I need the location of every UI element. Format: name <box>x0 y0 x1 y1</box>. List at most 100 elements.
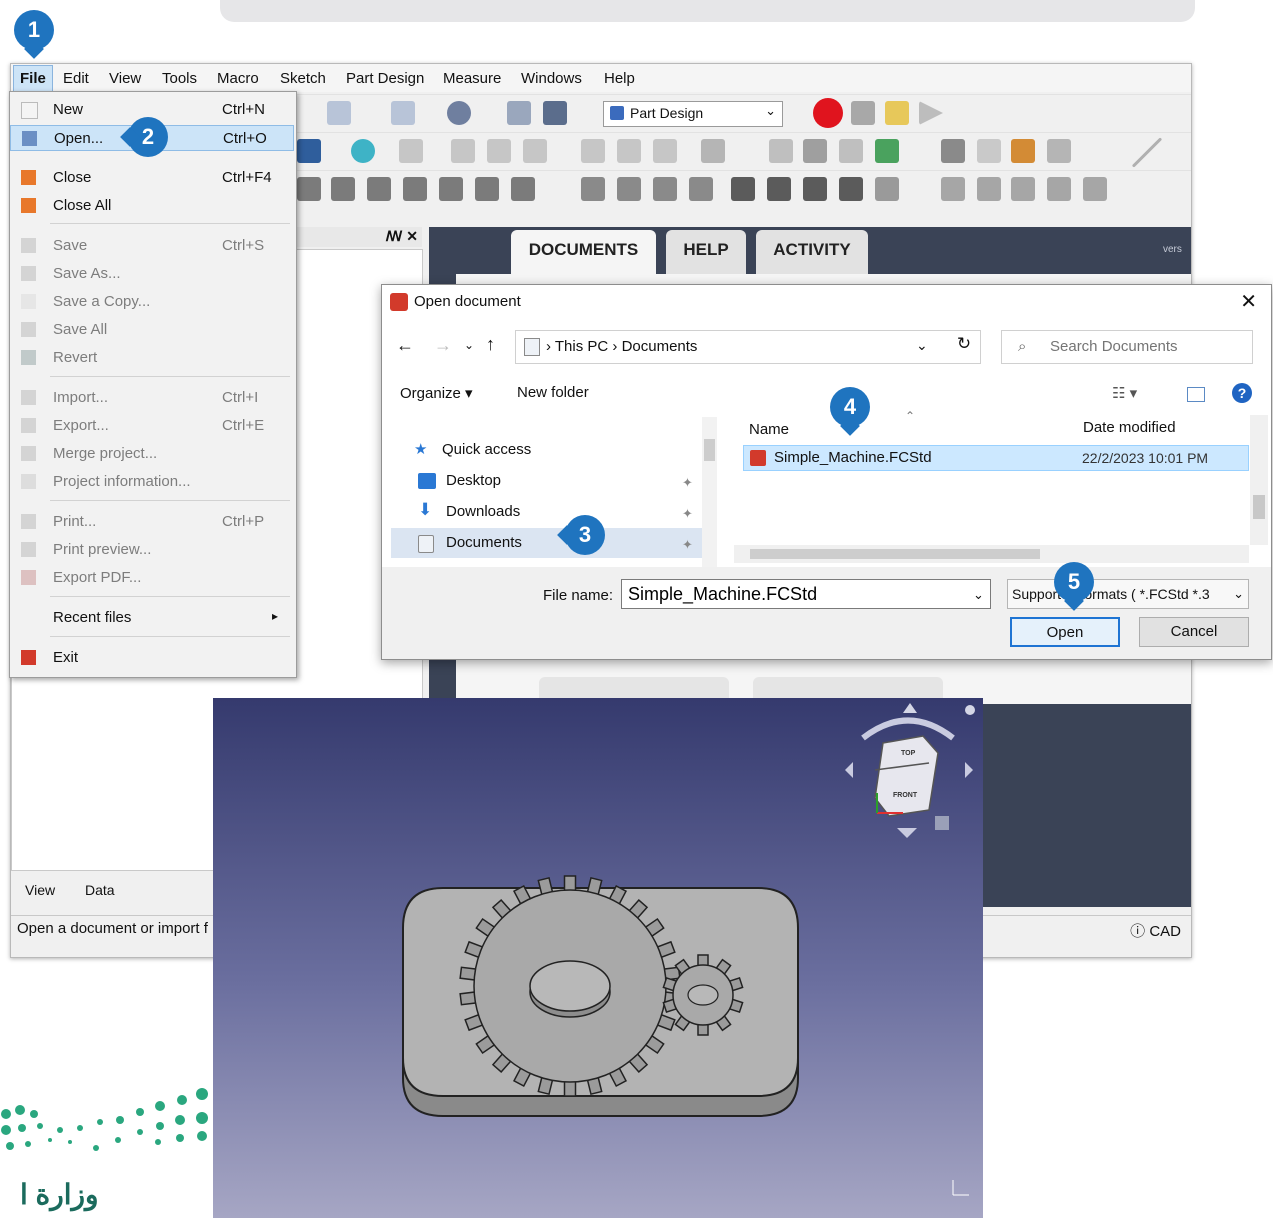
open-button[interactable]: Open <box>1010 617 1120 647</box>
menu-file[interactable]: File <box>13 65 53 92</box>
menu-merge-project[interactable]: Merge project... <box>10 441 294 467</box>
view-left-icon[interactable] <box>653 139 677 163</box>
navigation-cube[interactable]: TOP FRONT <box>845 703 975 838</box>
menu-macro[interactable]: Macro <box>217 70 259 87</box>
menu-close[interactable]: Close Ctrl+F4 <box>10 165 294 191</box>
tab-help[interactable]: HELP <box>666 230 746 274</box>
menu-save-copy[interactable]: Save a Copy... <box>10 289 294 315</box>
validate-icon[interactable] <box>1047 139 1071 163</box>
redo-icon[interactable] <box>391 101 415 125</box>
chamfer-icon[interactable] <box>767 177 791 201</box>
organize-button[interactable]: Organize ▾ <box>400 384 473 402</box>
stop-macro-icon[interactable] <box>851 101 875 125</box>
help-icon[interactable]: ? <box>1232 383 1252 403</box>
menu-tools[interactable]: Tools <box>162 70 197 87</box>
draw-style-icon[interactable] <box>447 101 471 125</box>
part-icon[interactable] <box>769 139 793 163</box>
menu-help[interactable]: Help <box>604 70 635 87</box>
nav-scrollbar[interactable] <box>702 417 717 567</box>
polar-pattern-icon[interactable] <box>1011 177 1035 201</box>
breadcrumb[interactable]: › This PC › Documents <box>546 338 697 355</box>
menu-close-all[interactable]: Close All <box>10 193 294 219</box>
up-arrow-icon[interactable]: ↑ <box>486 334 495 355</box>
menu-sketch[interactable]: Sketch <box>280 70 326 87</box>
menu-part-design[interactable]: Part Design <box>346 70 424 87</box>
preview-pane-icon[interactable] <box>1187 387 1205 402</box>
menu-export[interactable]: Export... Ctrl+E <box>10 413 294 439</box>
file-name-input[interactable] <box>621 579 991 609</box>
line-icon[interactable] <box>1131 137 1163 168</box>
workbench-selector[interactable]: Part Design ⌄ <box>603 101 783 127</box>
edit-macro-icon[interactable] <box>885 101 909 125</box>
attach-icon[interactable] <box>1011 139 1035 163</box>
navigation-style[interactable]: ⓘ CAD <box>1130 920 1181 941</box>
horizontal-scrollbar[interactable] <box>734 545 1249 563</box>
new-folder-button[interactable]: New folder <box>517 384 589 401</box>
menu-save[interactable]: Save Ctrl+S <box>10 233 294 259</box>
menu-exit[interactable]: Exit <box>10 645 294 671</box>
view-options-icon[interactable]: ☷ ▾ <box>1112 384 1137 402</box>
chevron-down-icon[interactable]: ⌄ <box>973 587 984 603</box>
menu-windows[interactable]: Windows <box>521 70 582 87</box>
whats-this-icon[interactable] <box>543 101 567 125</box>
menu-import[interactable]: Import... Ctrl+I <box>10 385 294 411</box>
column-header-date[interactable]: Date modified <box>1083 419 1176 436</box>
scrollbar-thumb[interactable] <box>750 549 1040 559</box>
boolean-icon[interactable] <box>875 177 899 201</box>
address-bar[interactable]: › This PC › Documents ⌄ <box>515 330 981 364</box>
body-icon[interactable] <box>941 139 965 163</box>
cancel-button[interactable]: Cancel <box>1139 617 1249 647</box>
refresh-icon[interactable] <box>507 101 531 125</box>
file-row[interactable]: Simple_Machine.FCStd 22/2/2023 10:01 PM <box>743 445 1249 471</box>
file-list-scrollbar[interactable] <box>1250 415 1268 545</box>
play-macro-icon[interactable] <box>919 101 943 125</box>
pin-icon[interactable]: ✦ <box>682 475 693 491</box>
link-icon[interactable] <box>839 139 863 163</box>
chevron-down-icon[interactable]: ⌄ <box>916 337 928 354</box>
subtractive-loft-icon[interactable] <box>653 177 677 201</box>
scrollbar-thumb[interactable] <box>1253 495 1265 519</box>
forward-arrow-icon[interactable]: → <box>434 335 452 356</box>
mirrored-icon[interactable] <box>941 177 965 201</box>
column-header-name[interactable]: Name <box>749 421 789 438</box>
view-iso-icon[interactable] <box>399 139 423 163</box>
undo-icon[interactable] <box>327 101 351 125</box>
menu-edit[interactable]: Edit <box>63 70 89 87</box>
group-icon[interactable] <box>803 139 827 163</box>
tab-data[interactable]: Data <box>85 882 115 898</box>
pipe-icon[interactable] <box>403 177 427 201</box>
menu-recent-files[interactable]: Recent files ▸ <box>10 605 294 631</box>
refresh-icon[interactable]: ↻ <box>950 334 978 358</box>
std-view-icon[interactable] <box>297 139 321 163</box>
additive-icon[interactable] <box>475 177 499 201</box>
menu-export-pdf[interactable]: Export PDF... <box>10 565 294 591</box>
sketch-icon[interactable] <box>977 139 1001 163</box>
menu-view[interactable]: View <box>109 70 141 87</box>
link-actions-icon[interactable] <box>875 139 899 163</box>
pin-icon[interactable]: ✦ <box>682 537 693 553</box>
menu-save-as[interactable]: Save As... <box>10 261 294 287</box>
tab-view[interactable]: View <box>25 882 55 898</box>
view-right-icon[interactable] <box>523 139 547 163</box>
scaled-icon[interactable] <box>1047 177 1071 201</box>
search-input[interactable] <box>1048 337 1242 356</box>
back-arrow-icon[interactable]: ← <box>396 335 414 356</box>
menu-revert[interactable]: Revert <box>10 345 294 371</box>
menu-print[interactable]: Print... Ctrl+P <box>10 509 294 535</box>
panel-float-close-icons[interactable]: ꟿ ✕ <box>386 228 418 245</box>
pin-icon[interactable]: ✦ <box>682 506 693 522</box>
groove-icon[interactable] <box>617 177 641 201</box>
record-macro-icon[interactable] <box>813 98 843 128</box>
file-type-filter[interactable]: Supported formats ( *.FCStd *.3 ⌄ <box>1007 579 1249 609</box>
multitransform-icon[interactable] <box>1083 177 1107 201</box>
helix-icon[interactable] <box>439 177 463 201</box>
view-front-icon[interactable] <box>451 139 475 163</box>
hole-icon[interactable] <box>581 177 605 201</box>
tab-documents[interactable]: DOCUMENTS <box>511 230 656 274</box>
view-top-icon[interactable] <box>487 139 511 163</box>
menu-project-info[interactable]: Project information... <box>10 469 294 495</box>
menu-save-all[interactable]: Save All <box>10 317 294 343</box>
fillet-icon[interactable] <box>731 177 755 201</box>
recent-locations-icon[interactable]: ⌄ <box>464 338 474 352</box>
menu-measure[interactable]: Measure <box>443 70 501 87</box>
